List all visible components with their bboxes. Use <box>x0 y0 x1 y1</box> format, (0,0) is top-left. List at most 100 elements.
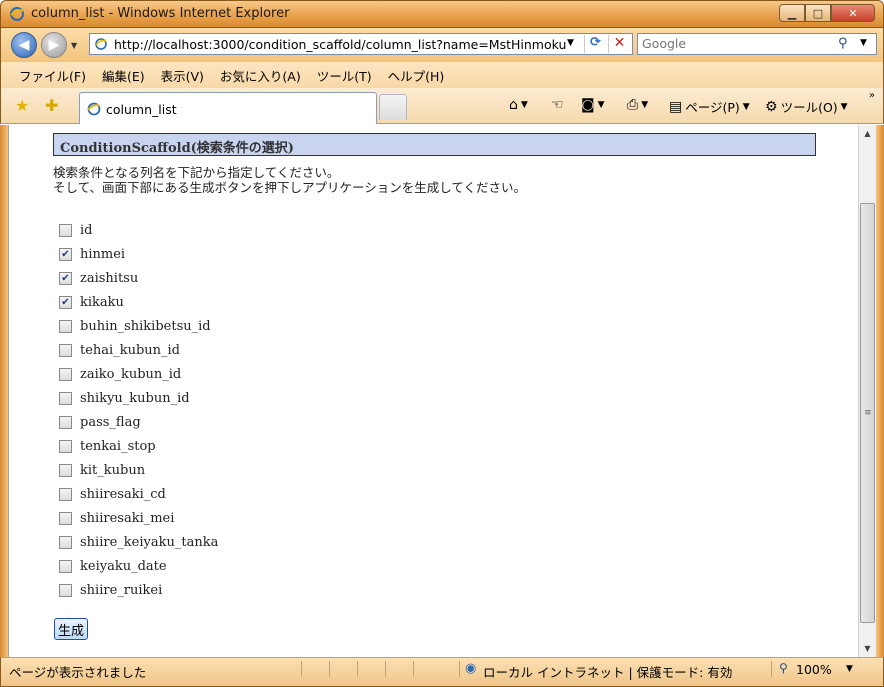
column-option[interactable]: ✔ zaishitsu <box>59 266 218 290</box>
forward-button[interactable]: ▶ <box>41 32 67 58</box>
column-checkbox[interactable] <box>59 559 72 573</box>
add-favorite-icon[interactable]: ✚ <box>45 96 58 115</box>
menu-edit[interactable]: 編集(E) <box>102 66 145 85</box>
column-option[interactable]: tenkai_stop <box>59 434 218 458</box>
search-dropdown-icon[interactable]: ▼ <box>860 38 867 48</box>
column-option[interactable]: shikyu_kubun_id <box>59 386 218 410</box>
column-option[interactable]: pass_flag <box>59 410 218 434</box>
command-bar: ★ ✚ column_list ⌂ ▼ ☜ ◙ ▼ ⎙ ▼ ▤ ページ(P) ▼ ⚙ … <box>0 88 884 124</box>
column-label: shikyu_kubun_id <box>80 390 190 406</box>
tab-label: column_list <box>106 102 177 117</box>
back-button[interactable]: ◀ <box>11 32 37 58</box>
column-checkbox[interactable] <box>59 415 72 429</box>
status-divider <box>459 661 460 677</box>
printer-icon: ⎙ <box>627 97 639 113</box>
security-zone[interactable]: ローカル イントラネット | 保護モード: 有効 <box>483 662 732 681</box>
status-text: ページが表示されました <box>9 665 147 680</box>
address-url[interactable]: http://localhost:3000/condition_scaffold… <box>114 37 566 52</box>
favorites-center-icon[interactable]: ★ <box>15 96 29 115</box>
column-option[interactable]: ✔ hinmei <box>59 242 218 266</box>
column-checkbox[interactable] <box>59 583 72 597</box>
new-tab-button[interactable] <box>379 94 407 120</box>
description-line: そして、画面下部にある生成ボタンを押下しアプリケーションを生成してください。 <box>53 180 527 195</box>
column-checkbox[interactable] <box>59 319 72 333</box>
home-icon: ⌂ <box>509 97 518 113</box>
scroll-down-icon[interactable]: ▼ <box>859 640 876 657</box>
column-checkbox[interactable] <box>59 223 72 237</box>
address-dropdown-icon[interactable]: ▼ <box>567 38 574 48</box>
home-button[interactable]: ⌂ ▼ <box>509 97 528 113</box>
column-checkbox[interactable] <box>59 367 72 381</box>
column-checkbox-checked[interactable]: ✔ <box>59 247 72 261</box>
print-button[interactable]: ⎙ ▼ <box>627 97 648 113</box>
column-list: id ✔ hinmei ✔ zaishitsu ✔ kikaku buhin_shikibet… <box>59 218 218 602</box>
column-option[interactable]: ✔ kikaku <box>59 290 218 314</box>
column-label: id <box>80 222 93 238</box>
status-divider <box>329 661 330 677</box>
column-checkbox[interactable] <box>59 487 72 501</box>
column-option[interactable]: shiiresaki_mei <box>59 506 218 530</box>
column-label: zaiko_kubun_id <box>80 366 182 382</box>
zoom-level[interactable]: 100% <box>796 662 832 677</box>
column-option[interactable]: kit_kubun <box>59 458 218 482</box>
page-description: 検索条件となる列名を下記から指定してください。 そして、画面下部にある生成ボタン… <box>53 165 526 195</box>
column-option[interactable]: shiire_ruikei <box>59 578 218 602</box>
tools-menu-button[interactable]: ⚙ ツール(O) ▼ <box>765 97 848 116</box>
refresh-icon[interactable]: ⟳ <box>584 35 606 53</box>
chevron-down-icon: ▼ <box>520 100 528 110</box>
intranet-zone-icon: ◉ <box>465 661 477 676</box>
column-label: shiire_keiyaku_tanka <box>80 534 219 550</box>
column-option[interactable]: zaiko_kubun_id <box>59 362 218 386</box>
menu-help[interactable]: ヘルプ(H) <box>388 66 445 85</box>
menu-favorites[interactable]: お気に入り(A) <box>220 66 301 85</box>
column-option[interactable]: shiiresaki_cd <box>59 482 218 506</box>
menu-view[interactable]: 表示(V) <box>161 66 204 85</box>
generate-button[interactable]: 生成 <box>54 618 89 640</box>
zoom-icon[interactable]: ⚲ <box>779 661 788 675</box>
zoom-dropdown-icon[interactable]: ▼ <box>846 664 853 674</box>
chevron-down-icon: ▼ <box>641 100 649 110</box>
window-frame-left <box>0 125 8 657</box>
search-input[interactable] <box>642 36 832 51</box>
menu-bar: ファイル(F) 編集(E) 表示(V) お気に入り(A) ツール(T) ヘルプ(… <box>0 62 884 88</box>
column-label: pass_flag <box>80 414 141 430</box>
search-icon[interactable]: ⚲ <box>838 36 848 51</box>
feeds-button[interactable]: ◙ ▼ <box>581 97 605 113</box>
chevron-down-icon: ▼ <box>840 101 848 112</box>
research-button[interactable]: ☜ <box>551 97 564 113</box>
maximize-icon[interactable]: □ <box>805 4 831 22</box>
window-frame-right <box>876 125 884 657</box>
status-divider <box>771 661 772 677</box>
close-icon[interactable]: ✕ <box>831 4 875 22</box>
recent-pages-dropdown-icon[interactable]: ▼ <box>71 41 77 50</box>
scrollbar-thumb[interactable]: ≡ <box>860 203 875 623</box>
stop-icon[interactable]: ✕ <box>608 35 630 53</box>
minimize-icon[interactable]: ▁ <box>779 4 805 22</box>
column-checkbox[interactable] <box>59 343 72 357</box>
more-commands-icon[interactable]: » <box>869 90 875 101</box>
column-label: shiiresaki_mei <box>80 510 175 526</box>
column-option[interactable]: id <box>59 218 218 242</box>
column-label: buhin_shikibetsu_id <box>80 318 211 334</box>
window-title: column_list - Windows Internet Explorer <box>31 6 290 21</box>
column-checkbox[interactable] <box>59 511 72 525</box>
menu-tools[interactable]: ツール(T) <box>317 66 372 85</box>
search-box[interactable]: ⚲ ▼ <box>637 33 877 55</box>
column-option[interactable]: shiire_keiyaku_tanka <box>59 530 218 554</box>
column-option[interactable]: keiyaku_date <box>59 554 218 578</box>
column-checkbox[interactable] <box>59 439 72 453</box>
page-menu-button[interactable]: ▤ ページ(P) ▼ <box>669 97 750 116</box>
column-checkbox-checked[interactable]: ✔ <box>59 271 72 285</box>
column-option[interactable]: tehai_kubun_id <box>59 338 218 362</box>
column-checkbox[interactable] <box>59 463 72 477</box>
menu-file[interactable]: ファイル(F) <box>19 66 86 85</box>
column-checkbox[interactable] <box>59 391 72 405</box>
scroll-up-icon[interactable]: ▲ <box>859 125 876 142</box>
column-option[interactable]: buhin_shikibetsu_id <box>59 314 218 338</box>
column-checkbox[interactable] <box>59 535 72 549</box>
tab-column-list[interactable]: column_list <box>79 92 377 124</box>
column-checkbox-checked[interactable]: ✔ <box>59 295 72 309</box>
vertical-scrollbar[interactable]: ▲ ≡ ▼ <box>858 125 876 657</box>
column-label: shiire_ruikei <box>80 582 163 598</box>
address-bar[interactable]: http://localhost:3000/condition_scaffold… <box>89 33 633 55</box>
